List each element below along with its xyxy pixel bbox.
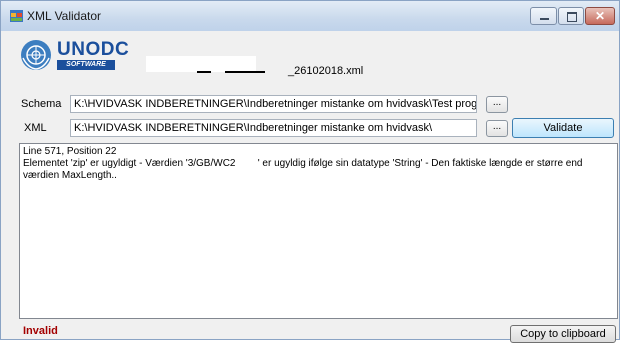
output-line: værdien MaxLength.. — [23, 170, 117, 181]
output-line: Elementet 'zip' er ugyldigt - Værdien '3… — [23, 158, 583, 169]
unodc-logo: UNODC SOFTWARE — [19, 38, 137, 72]
redacted-region — [146, 56, 256, 72]
title-bar[interactable]: XML Validator ✕ — [1, 1, 619, 31]
un-emblem-icon — [21, 40, 51, 70]
close-button[interactable]: ✕ — [585, 7, 615, 25]
logo-sub: SOFTWARE — [57, 60, 115, 70]
app-window-icon — [10, 10, 23, 22]
schema-label: Schema — [21, 98, 62, 110]
schema-path-field[interactable]: K:\HVIDVASK INDBERETNINGER\Indberetninge… — [70, 95, 477, 113]
xml-validator-window: XML Validator ✕ UNODC SOFTWARE _26102018… — [0, 0, 620, 343]
maximize-icon — [567, 12, 577, 22]
close-icon: ✕ — [595, 9, 606, 23]
minimize-button[interactable] — [530, 7, 557, 25]
minimize-icon — [540, 18, 549, 20]
redacted-mark — [225, 71, 265, 73]
xml-browse-button[interactable]: ... — [486, 120, 508, 137]
redacted-mark — [197, 71, 211, 73]
window-title: XML Validator — [27, 9, 102, 23]
maximize-button[interactable] — [558, 7, 584, 25]
selected-file-name: _26102018.xml — [288, 65, 364, 77]
validate-button[interactable]: Validate — [512, 118, 614, 138]
output-line: Line 571, Position 22 — [23, 146, 117, 157]
xml-label: XML — [24, 122, 47, 134]
xml-path-field[interactable]: K:\HVIDVASK INDBERETNINGER\Indberetninge… — [70, 119, 477, 137]
schema-browse-button[interactable]: ... — [486, 96, 508, 113]
copy-to-clipboard-button[interactable]: Copy to clipboard — [510, 325, 616, 343]
logo-brand: UNODC — [57, 39, 130, 60]
status-label: Invalid — [23, 325, 58, 337]
validation-output[interactable]: Line 571, Position 22 Elementet 'zip' er … — [19, 143, 618, 319]
